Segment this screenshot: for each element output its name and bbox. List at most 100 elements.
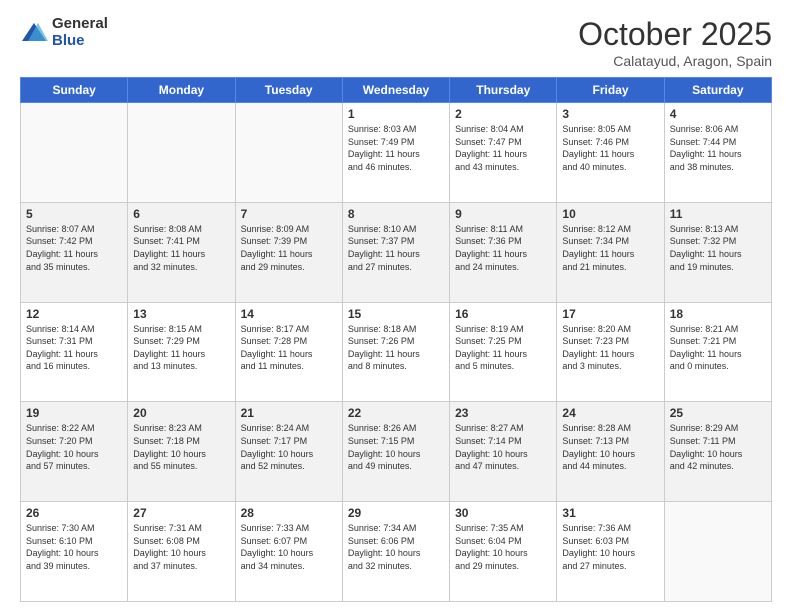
day-info: Sunrise: 8:11 AM Sunset: 7:36 PM Dayligh… xyxy=(455,223,551,273)
calendar-cell: 30 Sunrise: 7:35 AM Sunset: 6:04 PM Dayli… xyxy=(450,502,557,602)
day-number: 17 xyxy=(562,307,658,321)
weekday-header: Monday xyxy=(128,78,235,103)
day-info: Sunrise: 8:27 AM Sunset: 7:14 PM Dayligh… xyxy=(455,422,551,472)
day-number: 4 xyxy=(670,107,766,121)
day-info: Sunrise: 8:09 AM Sunset: 7:39 PM Dayligh… xyxy=(241,223,337,273)
day-number: 8 xyxy=(348,207,444,221)
day-info: Sunrise: 8:15 AM Sunset: 7:29 PM Dayligh… xyxy=(133,323,229,373)
day-number: 5 xyxy=(26,207,122,221)
day-info: Sunrise: 8:24 AM Sunset: 7:17 PM Dayligh… xyxy=(241,422,337,472)
weekday-row: SundayMondayTuesdayWednesdayThursdayFrid… xyxy=(21,78,772,103)
day-info: Sunrise: 7:35 AM Sunset: 6:04 PM Dayligh… xyxy=(455,522,551,572)
day-info: Sunrise: 8:28 AM Sunset: 7:13 PM Dayligh… xyxy=(562,422,658,472)
day-info: Sunrise: 8:20 AM Sunset: 7:23 PM Dayligh… xyxy=(562,323,658,373)
calendar-cell: 27 Sunrise: 7:31 AM Sunset: 6:08 PM Dayli… xyxy=(128,502,235,602)
calendar-cell: 23Sunrise: 8:27 AM Sunset: 7:14 PM Dayli… xyxy=(450,402,557,502)
day-number: 1 xyxy=(348,107,444,121)
day-number: 28 xyxy=(241,506,337,520)
day-info: Sunrise: 7:31 AM Sunset: 6:08 PM Dayligh… xyxy=(133,522,229,572)
calendar-cell: 25 Sunrise: 8:29 AM Sunset: 7:11 PM Dayli… xyxy=(664,402,771,502)
calendar-cell: 13Sunrise: 8:15 AM Sunset: 7:29 PM Dayli… xyxy=(128,302,235,402)
day-info: Sunrise: 8:14 AM Sunset: 7:31 PM Dayligh… xyxy=(26,323,122,373)
day-info: Sunrise: 8:29 AM Sunset: 7:11 PM Dayligh… xyxy=(670,422,766,472)
calendar-cell: 24 Sunrise: 8:28 AM Sunset: 7:13 PM Dayli… xyxy=(557,402,664,502)
day-number: 14 xyxy=(241,307,337,321)
day-info: Sunrise: 8:23 AM Sunset: 7:18 PM Dayligh… xyxy=(133,422,229,472)
weekday-header: Friday xyxy=(557,78,664,103)
calendar-cell: 19Sunrise: 8:22 AM Sunset: 7:20 PM Dayli… xyxy=(21,402,128,502)
day-number: 25 xyxy=(670,406,766,420)
day-info: Sunrise: 8:13 AM Sunset: 7:32 PM Dayligh… xyxy=(670,223,766,273)
day-number: 9 xyxy=(455,207,551,221)
day-number: 16 xyxy=(455,307,551,321)
day-info: Sunrise: 7:30 AM Sunset: 6:10 PM Dayligh… xyxy=(26,522,122,572)
day-number: 2 xyxy=(455,107,551,121)
day-info: Sunrise: 7:36 AM Sunset: 6:03 PM Dayligh… xyxy=(562,522,658,572)
day-info: Sunrise: 7:34 AM Sunset: 6:06 PM Dayligh… xyxy=(348,522,444,572)
calendar-cell: 26 Sunrise: 7:30 AM Sunset: 6:10 PM Dayli… xyxy=(21,502,128,602)
calendar-week-row: 12 Sunrise: 8:14 AM Sunset: 7:31 PM Dayli… xyxy=(21,302,772,402)
day-number: 30 xyxy=(455,506,551,520)
calendar-cell: 14 Sunrise: 8:17 AM Sunset: 7:28 PM Dayli… xyxy=(235,302,342,402)
day-number: 26 xyxy=(26,506,122,520)
day-info: Sunrise: 8:18 AM Sunset: 7:26 PM Dayligh… xyxy=(348,323,444,373)
weekday-header: Tuesday xyxy=(235,78,342,103)
day-number: 15 xyxy=(348,307,444,321)
day-number: 24 xyxy=(562,406,658,420)
calendar: SundayMondayTuesdayWednesdayThursdayFrid… xyxy=(20,77,772,602)
logo-general: General xyxy=(52,16,108,33)
day-info: Sunrise: 8:07 AM Sunset: 7:42 PM Dayligh… xyxy=(26,223,122,273)
header: General Blue October 2025 Calatayud, Ara… xyxy=(20,16,772,69)
calendar-cell: 20Sunrise: 8:23 AM Sunset: 7:18 PM Dayli… xyxy=(128,402,235,502)
day-info: Sunrise: 8:08 AM Sunset: 7:41 PM Dayligh… xyxy=(133,223,229,273)
calendar-body: 1 Sunrise: 8:03 AM Sunset: 7:49 PM Daylig… xyxy=(21,103,772,602)
calendar-cell: 4 Sunrise: 8:06 AM Sunset: 7:44 PM Daylig… xyxy=(664,103,771,203)
calendar-cell: 9 Sunrise: 8:11 AM Sunset: 7:36 PM Daylig… xyxy=(450,202,557,302)
calendar-cell xyxy=(21,103,128,203)
day-number: 10 xyxy=(562,207,658,221)
day-number: 29 xyxy=(348,506,444,520)
calendar-cell: 10 Sunrise: 8:12 AM Sunset: 7:34 PM Dayli… xyxy=(557,202,664,302)
calendar-cell: 7Sunrise: 8:09 AM Sunset: 7:39 PM Daylig… xyxy=(235,202,342,302)
calendar-cell: 15 Sunrise: 8:18 AM Sunset: 7:26 PM Dayli… xyxy=(342,302,449,402)
weekday-header: Saturday xyxy=(664,78,771,103)
weekday-header: Thursday xyxy=(450,78,557,103)
day-info: Sunrise: 8:06 AM Sunset: 7:44 PM Dayligh… xyxy=(670,123,766,173)
page: General Blue October 2025 Calatayud, Ara… xyxy=(0,0,792,612)
day-info: Sunrise: 8:17 AM Sunset: 7:28 PM Dayligh… xyxy=(241,323,337,373)
calendar-week-row: 1 Sunrise: 8:03 AM Sunset: 7:49 PM Daylig… xyxy=(21,103,772,203)
day-info: Sunrise: 7:33 AM Sunset: 6:07 PM Dayligh… xyxy=(241,522,337,572)
calendar-cell: 5 Sunrise: 8:07 AM Sunset: 7:42 PM Daylig… xyxy=(21,202,128,302)
logo-icon xyxy=(20,19,48,47)
day-number: 21 xyxy=(241,406,337,420)
weekday-header: Wednesday xyxy=(342,78,449,103)
day-info: Sunrise: 8:03 AM Sunset: 7:49 PM Dayligh… xyxy=(348,123,444,173)
day-info: Sunrise: 8:22 AM Sunset: 7:20 PM Dayligh… xyxy=(26,422,122,472)
logo-text: General Blue xyxy=(52,16,108,49)
calendar-cell: 17 Sunrise: 8:20 AM Sunset: 7:23 PM Dayli… xyxy=(557,302,664,402)
day-number: 31 xyxy=(562,506,658,520)
day-info: Sunrise: 8:21 AM Sunset: 7:21 PM Dayligh… xyxy=(670,323,766,373)
calendar-cell: 3Sunrise: 8:05 AM Sunset: 7:46 PM Daylig… xyxy=(557,103,664,203)
month-title: October 2025 xyxy=(578,16,772,53)
calendar-cell: 31 Sunrise: 7:36 AM Sunset: 6:03 PM Dayli… xyxy=(557,502,664,602)
calendar-week-row: 5 Sunrise: 8:07 AM Sunset: 7:42 PM Daylig… xyxy=(21,202,772,302)
day-info: Sunrise: 8:04 AM Sunset: 7:47 PM Dayligh… xyxy=(455,123,551,173)
title-block: October 2025 Calatayud, Aragon, Spain xyxy=(578,16,772,69)
calendar-cell xyxy=(235,103,342,203)
day-number: 12 xyxy=(26,307,122,321)
day-number: 3 xyxy=(562,107,658,121)
day-number: 27 xyxy=(133,506,229,520)
calendar-cell: 21 Sunrise: 8:24 AM Sunset: 7:17 PM Dayli… xyxy=(235,402,342,502)
calendar-cell: 1 Sunrise: 8:03 AM Sunset: 7:49 PM Daylig… xyxy=(342,103,449,203)
calendar-cell xyxy=(664,502,771,602)
day-info: Sunrise: 8:19 AM Sunset: 7:25 PM Dayligh… xyxy=(455,323,551,373)
logo-blue: Blue xyxy=(52,33,108,50)
day-number: 22 xyxy=(348,406,444,420)
day-number: 6 xyxy=(133,207,229,221)
logo: General Blue xyxy=(20,16,108,49)
day-info: Sunrise: 8:12 AM Sunset: 7:34 PM Dayligh… xyxy=(562,223,658,273)
calendar-header: SundayMondayTuesdayWednesdayThursdayFrid… xyxy=(21,78,772,103)
calendar-cell: 12 Sunrise: 8:14 AM Sunset: 7:31 PM Dayli… xyxy=(21,302,128,402)
day-info: Sunrise: 8:26 AM Sunset: 7:15 PM Dayligh… xyxy=(348,422,444,472)
